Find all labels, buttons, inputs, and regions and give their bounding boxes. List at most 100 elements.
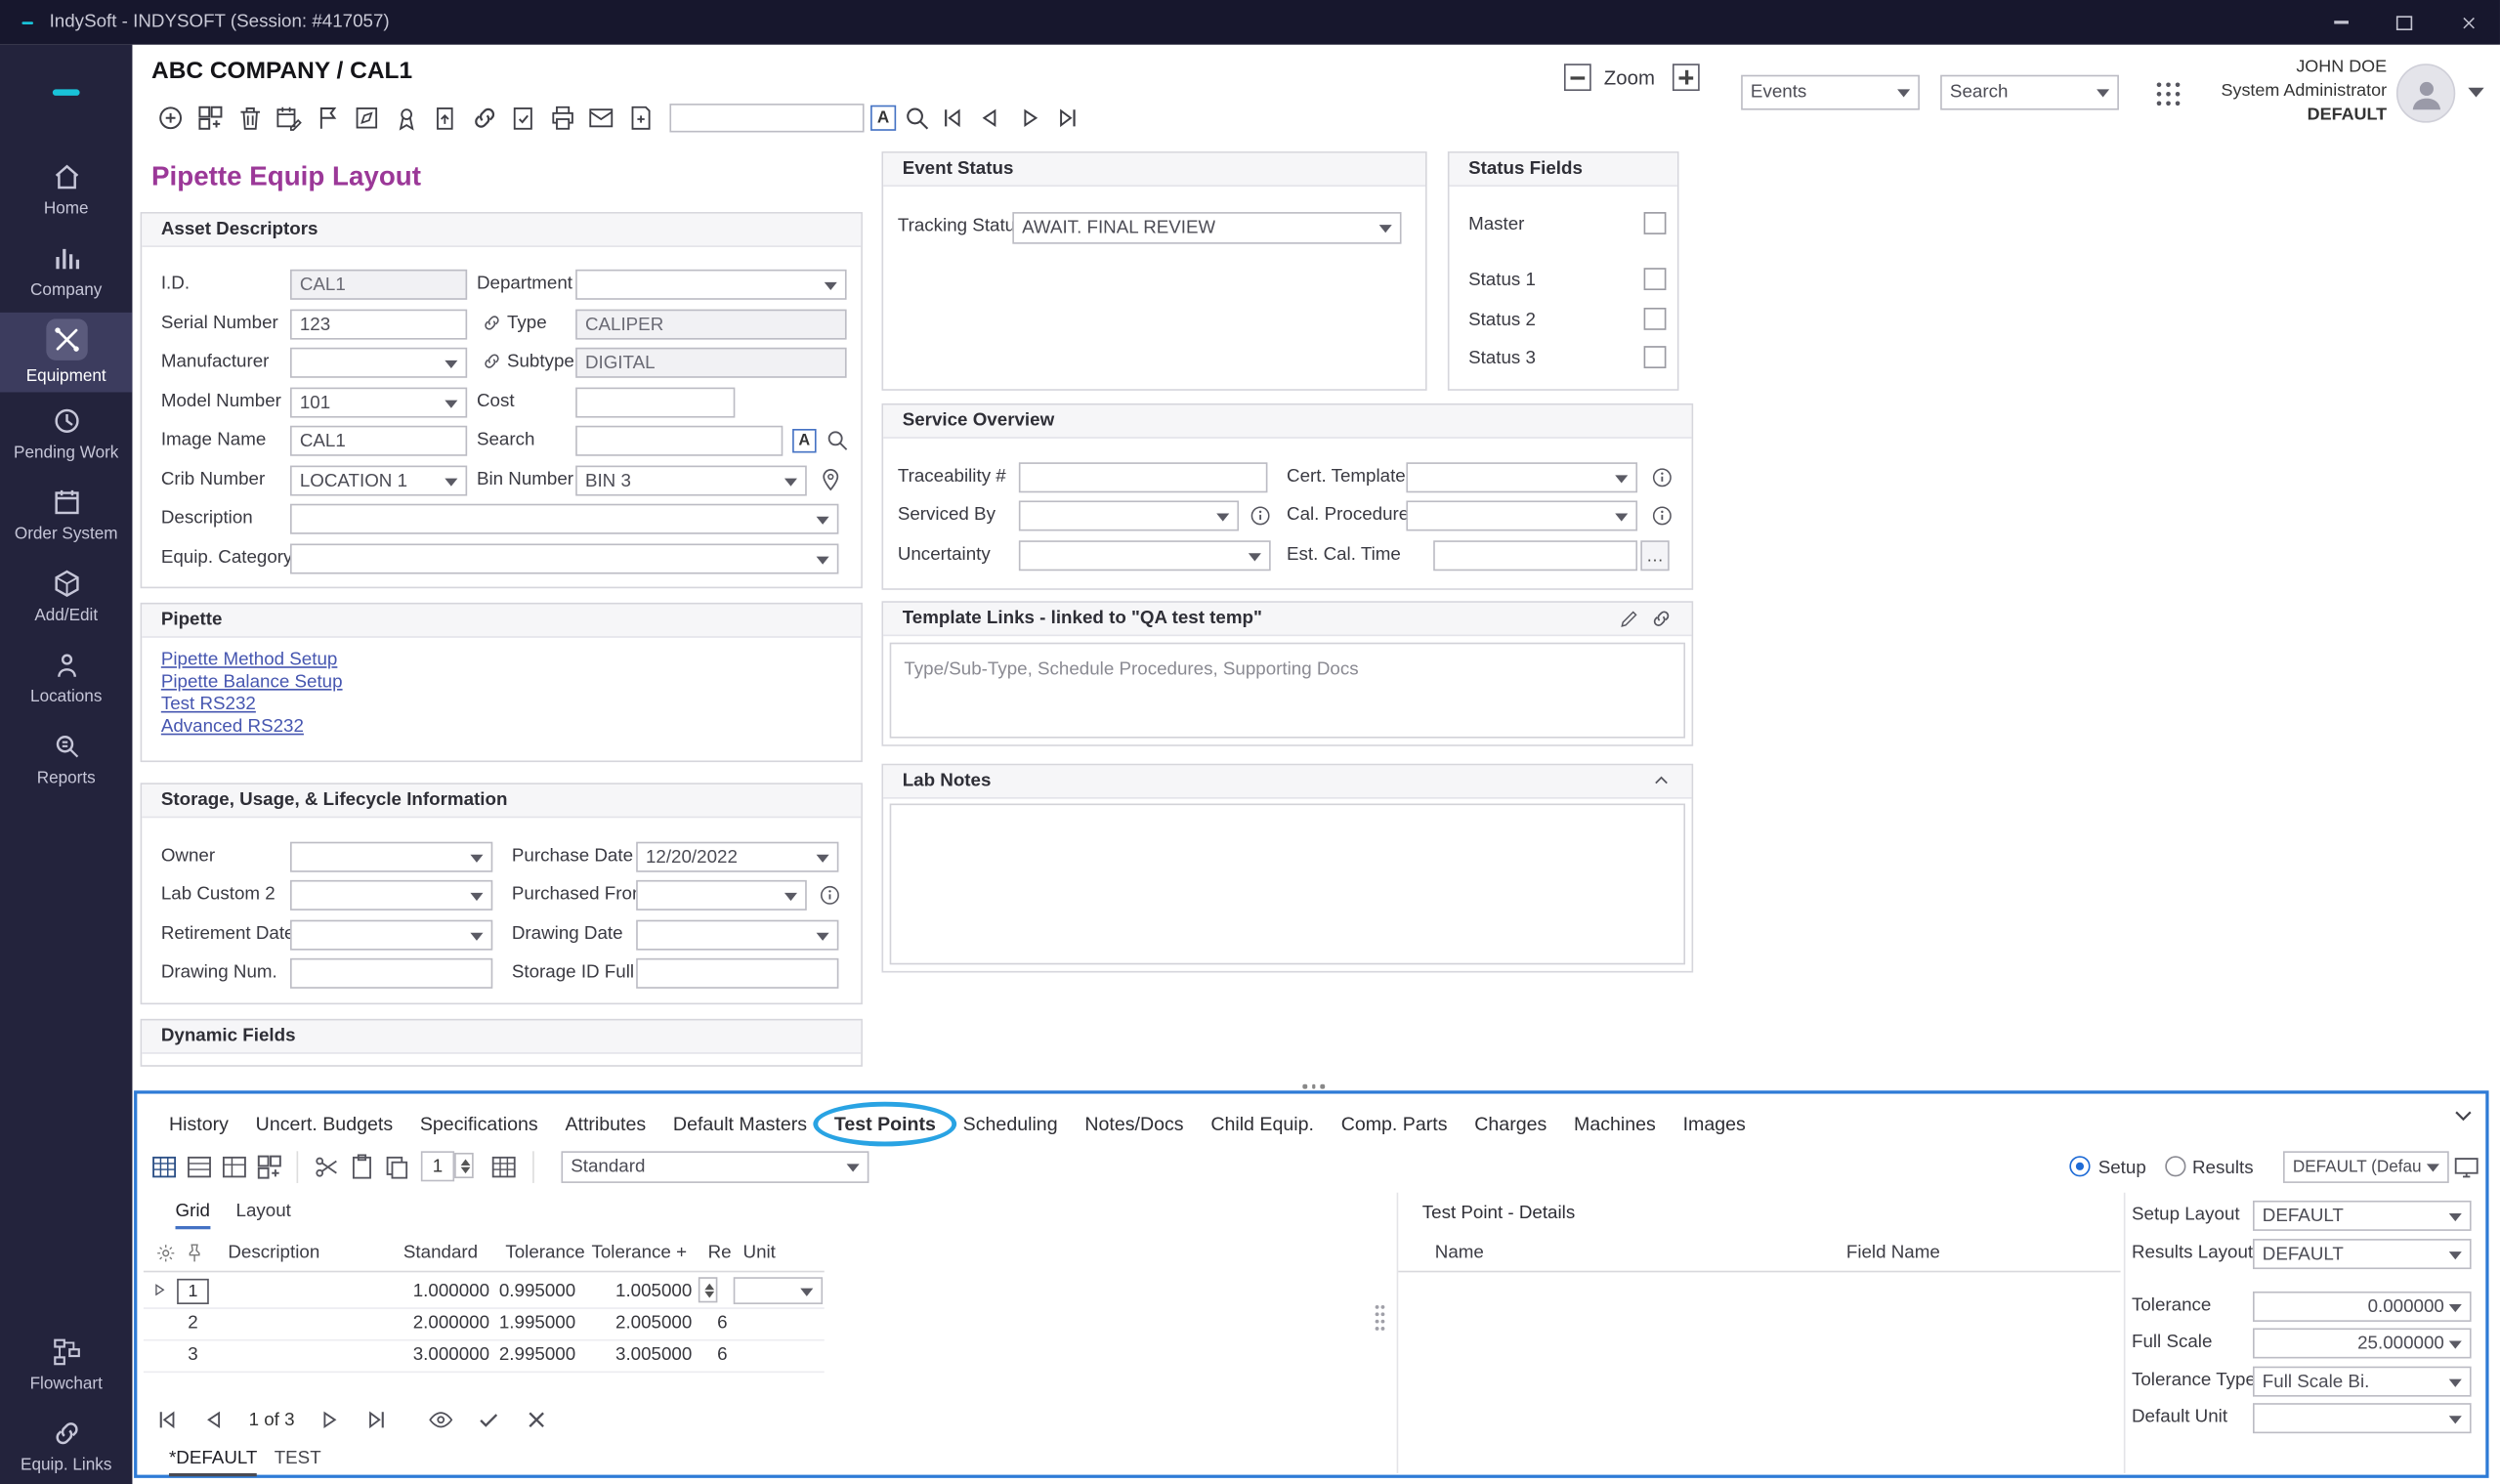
sidebar-item-flowchart[interactable]: Flowchart: [0, 1325, 132, 1405]
description-combo[interactable]: [290, 504, 838, 534]
subtype-input[interactable]: [575, 348, 846, 378]
card-view-icon[interactable]: [220, 1153, 248, 1181]
department-combo[interactable]: [575, 270, 846, 300]
info-icon[interactable]: [1650, 466, 1674, 489]
pager-first-button[interactable]: [153, 1406, 181, 1433]
cell-tolerance[interactable]: 2.995000: [464, 1339, 575, 1372]
status1-checkbox[interactable]: [1644, 268, 1667, 290]
info-icon[interactable]: [1249, 504, 1272, 528]
bookmark-icon[interactable]: [315, 104, 343, 132]
info-icon[interactable]: [1650, 504, 1674, 528]
full-scale-combo[interactable]: 25.000000: [2253, 1328, 2472, 1358]
image-auto-button[interactable]: A: [792, 429, 816, 452]
zoom-in-button[interactable]: [1673, 64, 1700, 91]
search-icon[interactable]: [903, 104, 931, 132]
cell-tolerance[interactable]: 0.995000: [464, 1276, 575, 1308]
stepper-arrows-icon[interactable]: [454, 1153, 474, 1178]
pipette-method-setup-link[interactable]: Pipette Method Setup: [161, 651, 338, 670]
panel-drag-handle[interactable]: [1302, 1084, 1324, 1088]
col-re[interactable]: Re: [708, 1236, 732, 1271]
edit-layout-icon[interactable]: [353, 104, 381, 132]
upload-doc-icon[interactable]: [431, 104, 459, 132]
tab-images[interactable]: Images: [1683, 1113, 1746, 1135]
pager-prev-button[interactable]: [201, 1406, 229, 1433]
info-icon[interactable]: [818, 883, 841, 907]
add-record-icon[interactable]: [156, 104, 185, 132]
validate-icon[interactable]: [509, 104, 537, 132]
cell-re[interactable]: 6: [708, 1339, 737, 1372]
cell-tolerance-plus[interactable]: 1.005000: [568, 1276, 692, 1308]
copy-icon[interactable]: [383, 1153, 411, 1181]
tab-comp-parts[interactable]: Comp. Parts: [1341, 1113, 1448, 1135]
tab-machines[interactable]: Machines: [1574, 1113, 1656, 1135]
search-dropdown[interactable]: Search: [1940, 75, 2119, 110]
tab-attributes[interactable]: Attributes: [565, 1113, 646, 1135]
last-record-button[interactable]: [1054, 104, 1082, 132]
default-layout-combo[interactable]: DEFAULT (Default): [2283, 1151, 2449, 1183]
grid-layout-combo[interactable]: Standard: [561, 1151, 869, 1183]
retirement-date-combo[interactable]: [290, 920, 492, 951]
tab-test-points[interactable]: Test Points: [834, 1113, 936, 1135]
link-icon[interactable]: [1650, 608, 1673, 630]
manufacturer-combo[interactable]: [290, 348, 467, 378]
cert-template-combo[interactable]: [1406, 462, 1637, 492]
purchase-date-combo[interactable]: 12/20/2022: [636, 842, 838, 872]
search-icon[interactable]: [825, 427, 850, 452]
link-icon[interactable]: [482, 313, 502, 333]
uncertainty-combo[interactable]: [1019, 540, 1271, 571]
email-icon[interactable]: [587, 104, 615, 132]
sheet-tab-default[interactable]: *DEFAULT: [169, 1449, 257, 1476]
accept-button[interactable]: [475, 1406, 502, 1433]
traceability-input[interactable]: [1019, 462, 1268, 492]
edit-event-icon[interactable]: [275, 104, 303, 132]
link-record-icon[interactable]: [470, 104, 498, 132]
tab-specifications[interactable]: Specifications: [420, 1113, 538, 1135]
purchased-from-combo[interactable]: [636, 880, 807, 911]
cell-re[interactable]: 6: [708, 1307, 737, 1339]
highlight-column-icon[interactable]: [154, 1242, 177, 1264]
cell-tolerance-plus[interactable]: 3.005000: [568, 1339, 692, 1372]
image-name-input[interactable]: [290, 426, 467, 456]
results-radio[interactable]: [2165, 1156, 2185, 1176]
table-icon[interactable]: [489, 1153, 518, 1181]
avatar[interactable]: [2396, 64, 2455, 122]
certification-icon[interactable]: [392, 104, 420, 132]
id-input[interactable]: [290, 270, 467, 300]
cell-tolerance-plus[interactable]: 2.005000: [568, 1307, 692, 1339]
results-layout-combo[interactable]: DEFAULT: [2253, 1239, 2472, 1269]
image-search-input[interactable]: [575, 426, 783, 456]
col-standard[interactable]: Standard: [403, 1236, 478, 1271]
tab-child-equip[interactable]: Child Equip.: [1210, 1113, 1314, 1135]
delete-icon[interactable]: [236, 104, 265, 132]
print-icon[interactable]: [548, 104, 576, 132]
col-unit[interactable]: Unit: [743, 1236, 776, 1271]
first-record-button[interactable]: [938, 104, 966, 132]
row-expand-icon[interactable]: [149, 1280, 169, 1299]
sidebar-item-reports[interactable]: Reports: [0, 719, 132, 799]
status2-checkbox[interactable]: [1644, 308, 1667, 330]
status3-checkbox[interactable]: [1644, 346, 1667, 368]
grid-view-icon[interactable]: [149, 1153, 178, 1181]
tracking-status-combo[interactable]: AWAIT. FINAL REVIEW: [1012, 212, 1401, 244]
type-input[interactable]: [575, 310, 846, 340]
paste-icon[interactable]: [348, 1153, 376, 1181]
serial-input[interactable]: [290, 310, 467, 340]
tab-notes-docs[interactable]: Notes/Docs: [1084, 1113, 1183, 1135]
cell-stepper-icon[interactable]: [699, 1277, 718, 1302]
grid-subtab[interactable]: Grid: [176, 1203, 210, 1230]
advanced-rs232-link[interactable]: Advanced RS232: [161, 717, 304, 737]
sheet-tab-test[interactable]: TEST: [275, 1449, 321, 1472]
zoom-out-button[interactable]: [1564, 64, 1591, 91]
serviced-by-combo[interactable]: [1019, 500, 1239, 530]
pipette-balance-setup-link[interactable]: Pipette Balance Setup: [161, 673, 343, 693]
category-combo[interactable]: [290, 544, 838, 574]
crib-combo[interactable]: LOCATION 1: [290, 466, 467, 496]
close-button[interactable]: [2436, 0, 2500, 45]
row-number[interactable]: 2: [177, 1307, 209, 1339]
col-tolerance[interactable]: Tolerance: [505, 1236, 584, 1271]
sidebar-item-equip-links[interactable]: Equip. Links: [0, 1406, 132, 1484]
sidebar-item-home[interactable]: Home: [0, 149, 132, 230]
pager-last-button[interactable]: [363, 1406, 391, 1433]
apps-grid-icon[interactable]: [2152, 78, 2184, 110]
tab-scheduling[interactable]: Scheduling: [963, 1113, 1058, 1135]
